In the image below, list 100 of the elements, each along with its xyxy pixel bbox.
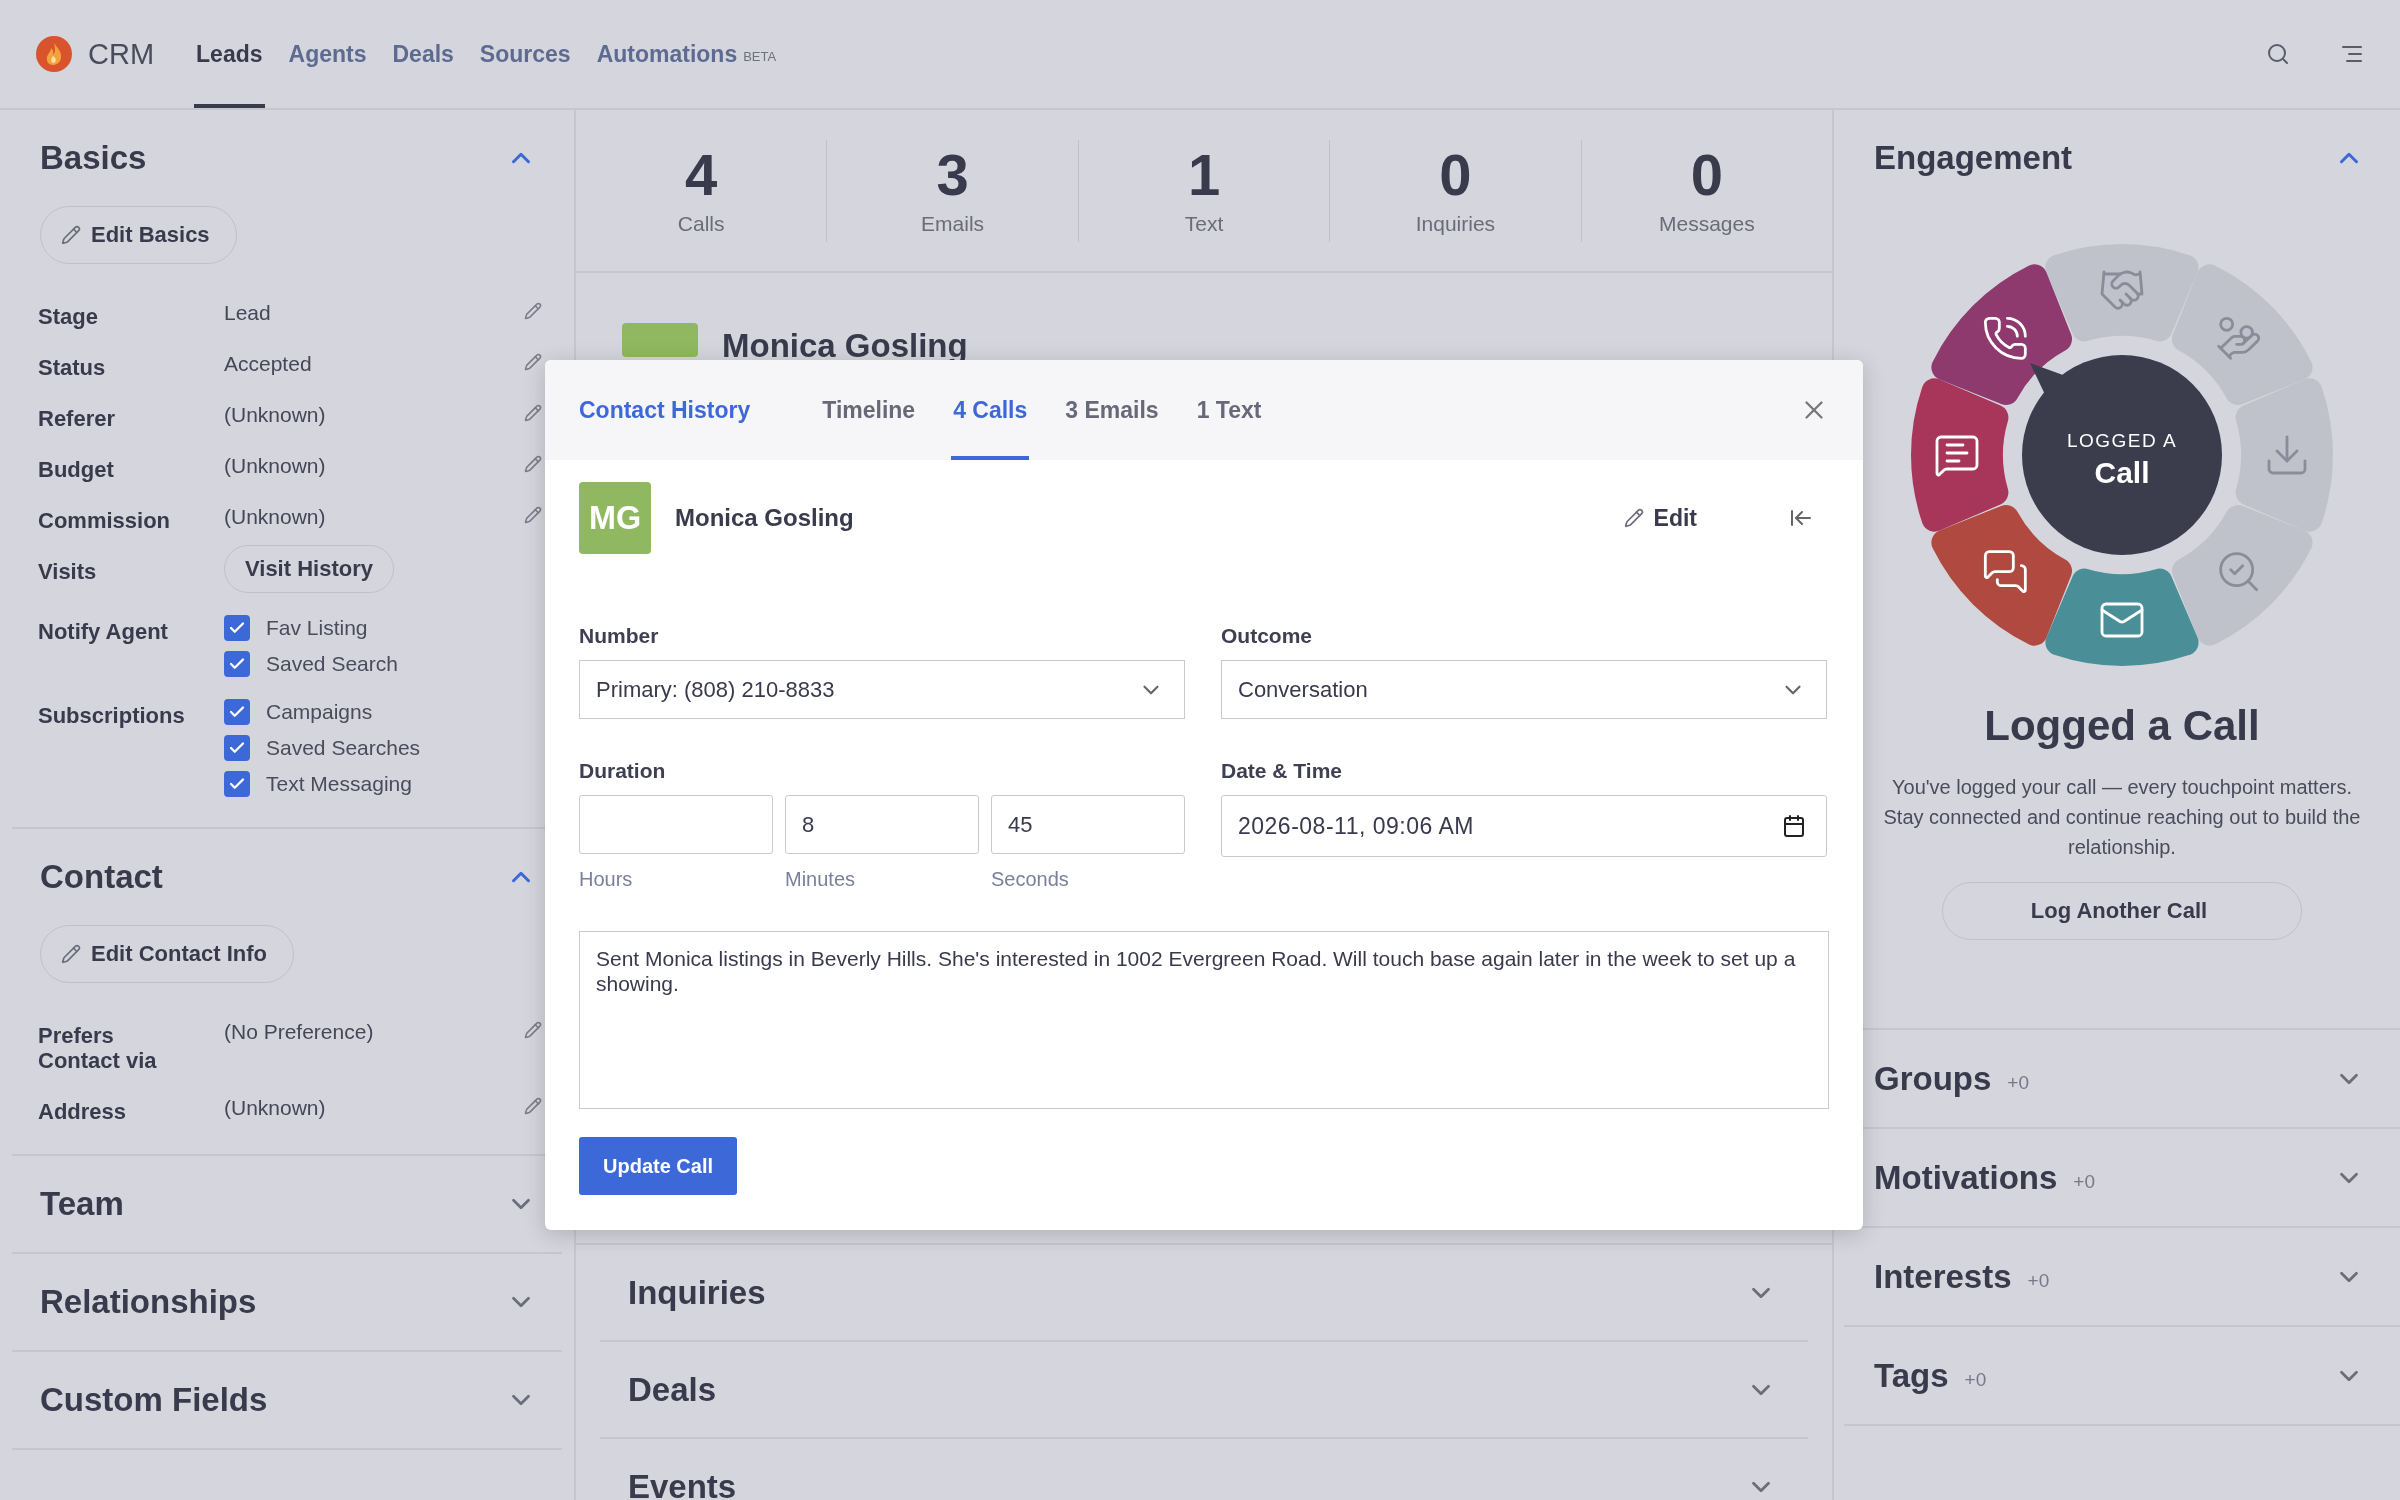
checkbox[interactable] xyxy=(224,699,250,725)
field-label: Address xyxy=(38,1098,128,1124)
handshake-icon xyxy=(2102,272,2142,309)
section-title: Tags xyxy=(1874,1356,1949,1395)
duration-input[interactable]: 45 xyxy=(991,795,1185,854)
field-label: Visits xyxy=(38,558,98,584)
dialog-tab[interactable]: 4 Calls xyxy=(951,360,1030,460)
field-caption: Hours xyxy=(579,868,634,891)
brand-name: CRM xyxy=(88,37,155,71)
edit-button[interactable]: Edit xyxy=(1617,503,1703,533)
flame-logo-icon[interactable] xyxy=(36,36,72,72)
section-title: Custom Fields xyxy=(40,1381,268,1419)
outcome-select[interactable]: Conversation xyxy=(1221,660,1827,719)
duration-input[interactable] xyxy=(579,795,773,854)
update-call-button[interactable]: Update Call xyxy=(579,1137,738,1195)
field-label: Prefers Contact via xyxy=(38,1022,158,1073)
date-time-input[interactable]: 2026-08-11, 09:06 AM xyxy=(1221,795,1827,857)
magnifier-icon xyxy=(2220,553,2257,590)
wheel-segment[interactable] xyxy=(2172,505,2313,646)
count-label: +0 xyxy=(1964,1368,1987,1391)
field-label: Status xyxy=(38,354,107,380)
section-title: Engagement xyxy=(1874,139,2073,177)
stat-value: 0 xyxy=(1690,145,1723,204)
nav-tab[interactable]: Leads xyxy=(194,0,265,108)
field-value: (Unknown) xyxy=(224,504,327,529)
number-select[interactable]: Primary: (808) 210-8833 xyxy=(579,660,1185,719)
nav-tab[interactable]: Sources xyxy=(477,0,573,108)
beta-label: BETA xyxy=(743,48,777,64)
count-label: +0 xyxy=(2007,1071,2029,1094)
stat-label: Messages xyxy=(1658,211,1755,236)
wheel-segment[interactable] xyxy=(2045,568,2199,666)
wheel-segment[interactable] xyxy=(2172,264,2313,405)
field-caption: Minutes xyxy=(785,868,857,891)
pencil-icon xyxy=(61,225,81,245)
field-label: Duration xyxy=(579,759,667,783)
pencil-icon xyxy=(1623,508,1644,528)
contact-name: Monica Gosling xyxy=(675,504,854,532)
checkbox-label: Saved Searches xyxy=(266,736,421,760)
count-label: +0 xyxy=(2073,1170,2095,1193)
field-label: Stage xyxy=(38,303,99,329)
contact-avatar: MG xyxy=(579,482,651,554)
checkbox[interactable] xyxy=(224,771,250,797)
note-textarea[interactable]: Sent Monica listings in Beverly Hills. She's interested in 1002 Evergreen Road. Will touch base again later in the week to set up a showing. xyxy=(579,931,1829,1109)
nav-tab[interactable]: Deals xyxy=(390,0,456,108)
dialog-title: Contact History xyxy=(579,396,751,424)
stat-label: Emails xyxy=(921,211,985,236)
checkbox-label: Campaigns xyxy=(266,700,373,724)
duration-input[interactable]: 8 xyxy=(785,795,979,854)
count-label: +0 xyxy=(2027,1269,2050,1292)
calendar-icon xyxy=(1782,814,1806,838)
phone-icon xyxy=(1985,318,2026,359)
field-caption: Seconds xyxy=(991,868,1070,891)
field-label: Date & Time xyxy=(1221,759,1343,783)
wheel-segment[interactable] xyxy=(1931,264,2072,405)
chat-bubbles-icon xyxy=(1985,551,2026,592)
stat-value: 0 xyxy=(1439,145,1472,204)
field-value: (Unknown) xyxy=(224,453,327,478)
wheel-segment[interactable] xyxy=(1911,378,2009,532)
section-title: Team xyxy=(40,1185,124,1223)
wheel-segment[interactable] xyxy=(1931,505,2072,646)
nav-tab[interactable]: Agents xyxy=(286,0,369,108)
engagement-description: You've logged your call — every touchpoint matters. Stay connected and continue reaching out to build the relationship. xyxy=(1882,775,2362,860)
section-title: Groups xyxy=(1874,1059,1992,1098)
section-title: Contact xyxy=(40,858,163,896)
stat-value: 4 xyxy=(685,145,718,204)
field-label: Budget xyxy=(38,456,115,482)
engagement-heading: Logged a Call xyxy=(1984,702,2260,750)
section-title: Events xyxy=(628,1467,737,1500)
field-label: Outcome xyxy=(1221,624,1313,648)
wheel-segment[interactable] xyxy=(2045,244,2199,342)
checkbox-label: Fav Listing xyxy=(266,616,368,640)
checkbox-label: Text Messaging xyxy=(266,772,412,796)
stat-value: 3 xyxy=(936,145,969,204)
field-label: Notify Agent xyxy=(38,618,169,644)
checkbox-label: Saved Search xyxy=(266,652,398,676)
dialog-tab[interactable]: 3 Emails xyxy=(1063,360,1161,460)
field-label: Number xyxy=(579,624,660,648)
section-title: Interests xyxy=(1874,1257,2012,1296)
checkbox[interactable] xyxy=(224,651,250,677)
field-value: Accepted xyxy=(224,351,313,376)
section-title: Inquiries xyxy=(628,1273,766,1312)
wheel-caption: LOGGED A xyxy=(2066,430,2178,451)
stat-value: 1 xyxy=(1187,145,1221,204)
section-title: Motivations xyxy=(1874,1158,2058,1197)
message-icon xyxy=(1937,437,1977,475)
stat-label: Calls xyxy=(677,211,725,236)
pencil-icon xyxy=(61,944,81,964)
checkbox[interactable] xyxy=(224,735,250,761)
section-title: Basics xyxy=(40,139,147,177)
nav-tab[interactable]: Automations BETA xyxy=(594,0,779,108)
field-label: Referer xyxy=(38,405,117,431)
stat-label: Text xyxy=(1184,211,1224,236)
field-value: Lead xyxy=(224,300,272,325)
dialog-tab[interactable]: 1 Text xyxy=(1194,360,1264,460)
mail-icon xyxy=(2102,604,2142,636)
wheel-title: Call xyxy=(2094,456,2150,489)
hand-coin-icon xyxy=(2218,318,2259,359)
section-title: Deals xyxy=(628,1370,717,1409)
field-value: (No Preference) xyxy=(224,1019,375,1044)
checkbox[interactable] xyxy=(224,615,250,641)
